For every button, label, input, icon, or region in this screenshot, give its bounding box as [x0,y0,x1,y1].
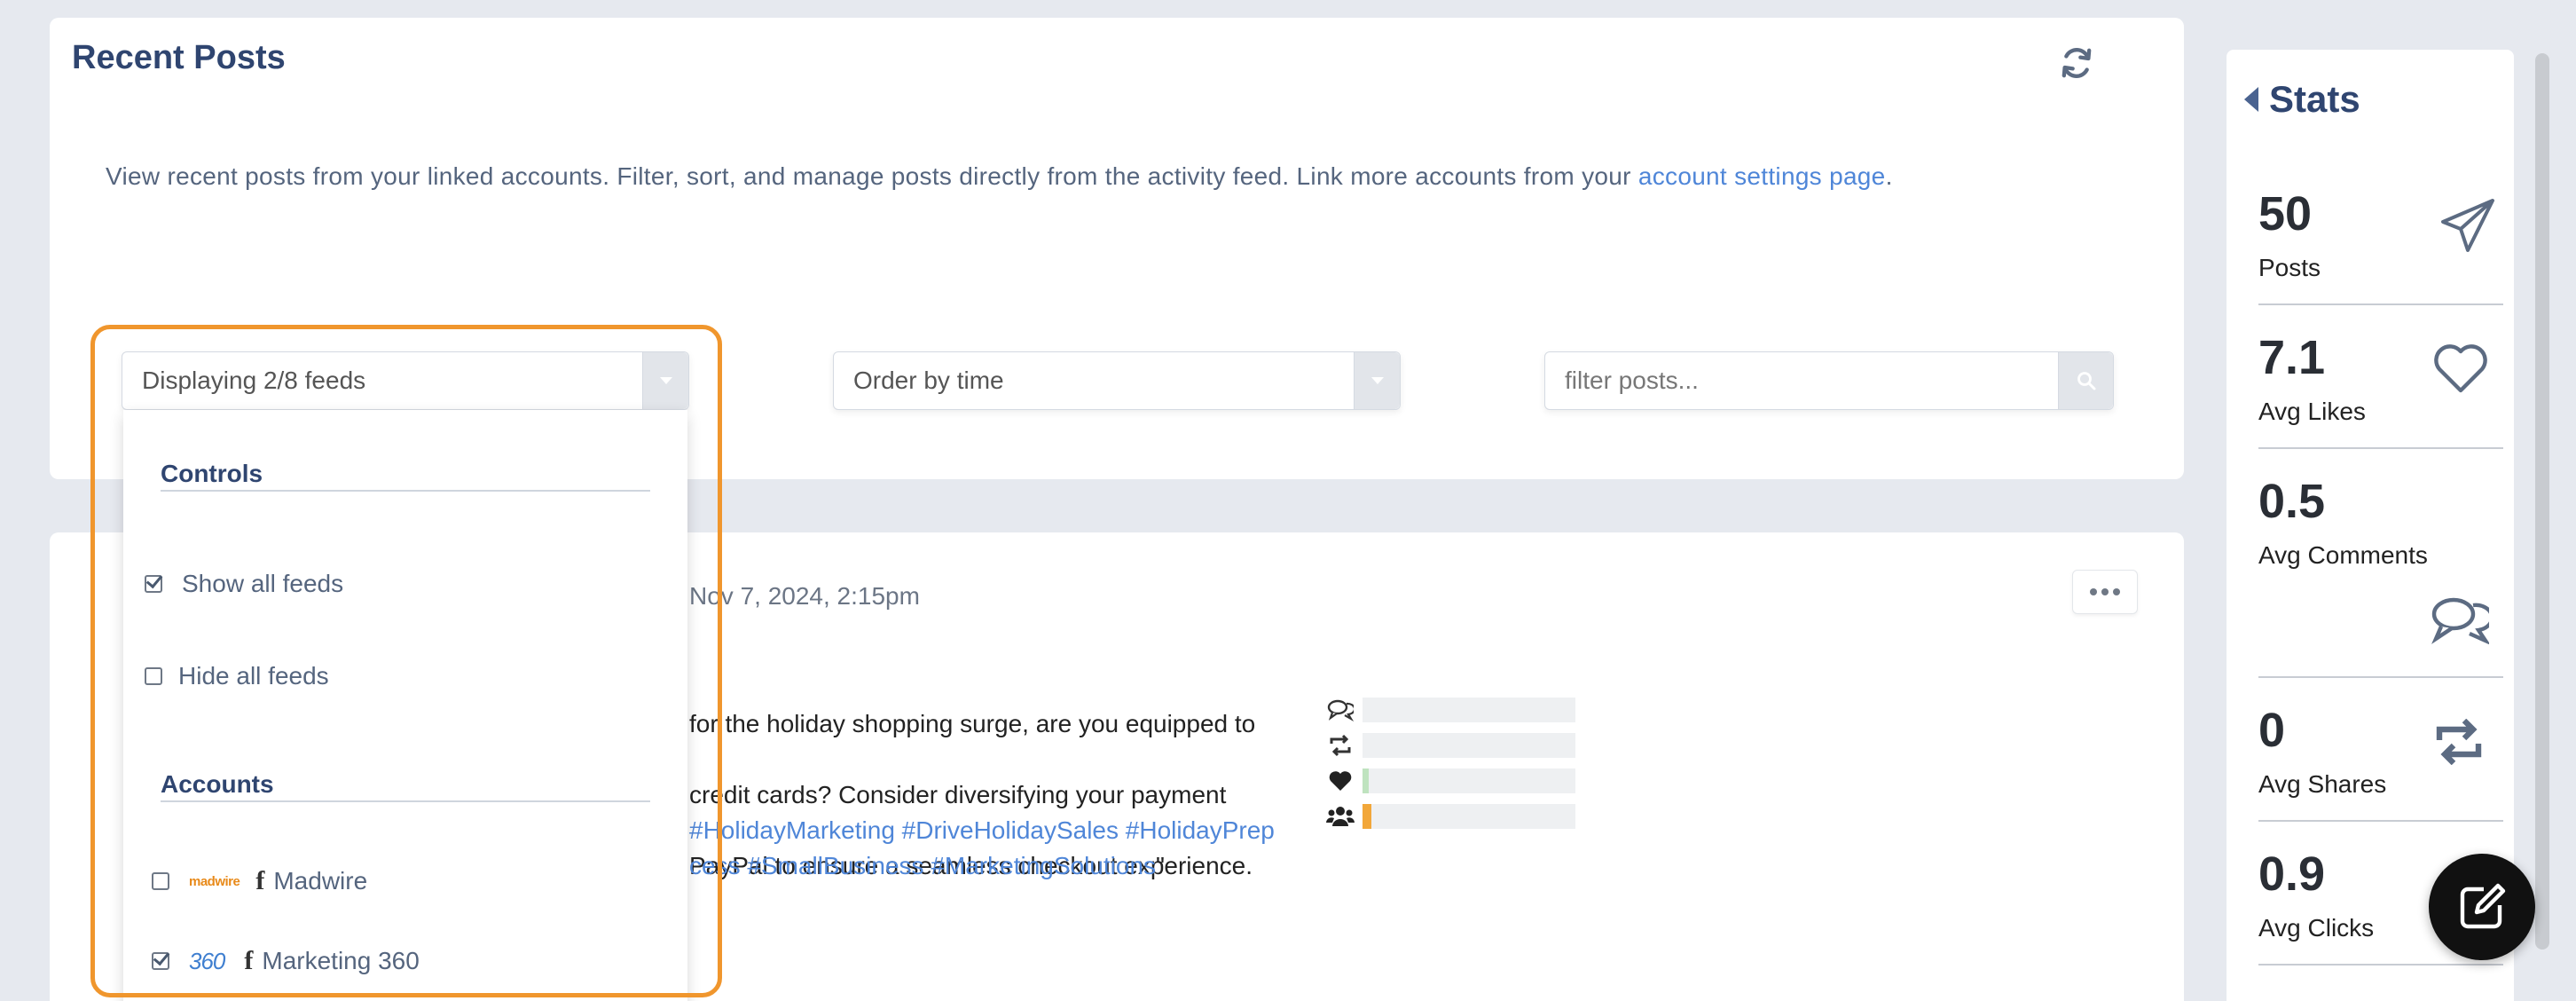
checkbox-checked-icon[interactable] [152,952,169,970]
order-select[interactable]: Order by time [833,351,1401,410]
order-select-value: Order by time [853,367,1004,394]
retweet-icon [1330,734,1351,757]
marketing-360-logo: 360 [189,947,225,974]
facebook-icon: f [255,866,265,895]
paper-plane-icon [2441,199,2494,252]
page-description: View recent posts from your linked accou… [106,158,2075,195]
refresh-icon [2062,48,2092,78]
metric-comments [1325,698,1575,722]
hashtags-line[interactable]: #HolidayMarketing #DriveHolidaySales #Ho… [689,813,1310,848]
divider [161,490,650,492]
post-date: Nov 7, 2024, 2:15pm [689,582,920,610]
caret-left-icon [2244,87,2258,112]
stat-value: 50 [2258,187,2313,240]
hashtags-line[interactable]: cess #SmallBusiness #MarketingSolutions [689,852,1156,879]
refresh-button[interactable] [2054,41,2099,85]
search-icon [2077,372,2095,390]
stat-label: Avg Comments [2258,541,2428,569]
filter-posts-box [1544,351,2114,410]
hide-all-feeds-label: Hide all feeds [178,662,329,690]
metric-likes [1325,768,1575,793]
metric-fill [1363,768,1370,793]
order-select-toggle[interactable] [1354,352,1400,409]
stat-label: Avg Clicks [2258,914,2375,942]
chevron-down-icon [659,377,672,384]
account-name: Marketing 360 [262,947,420,974]
controls-heading: Controls [161,460,263,487]
feed-dropdown-menu: Controls Show all feeds Hide all feeds A… [123,410,687,1001]
account-settings-link[interactable]: account settings page [1638,162,1886,190]
filter-posts-input[interactable] [1545,352,2058,409]
more-dots-icon [2090,588,2097,595]
divider [2258,447,2503,449]
page-title: Recent Posts [72,39,286,76]
metric-bar [1363,733,1575,758]
hide-all-feeds-option[interactable]: Hide all feeds [145,662,329,690]
show-all-feeds-option[interactable]: Show all feeds [145,570,343,598]
divider [2258,964,2503,966]
stat-value: 0 [2258,704,2286,757]
madwire-logo: madwire [189,873,240,889]
heart-outline-icon [2434,344,2487,393]
metric-fill [1363,804,1371,829]
heart-icon [1329,771,1352,791]
metric-bar [1363,698,1575,722]
description-end: . [1885,162,1893,190]
metric-bar [1363,768,1575,793]
divider [161,800,650,802]
divider [2258,820,2503,822]
stat-value: 7.1 [2258,331,2326,384]
stat-label: Avg Shares [2258,770,2387,798]
divider [2258,676,2503,678]
stats-toggle[interactable]: Stats [2244,78,2360,121]
metric-retweets [1325,733,1575,758]
post-text-line: credit cards? Consider diversifying your… [689,781,1227,808]
metric-reach [1325,804,1575,829]
feed-select-toggle[interactable] [642,352,688,409]
retweet-icon [2436,719,2482,765]
account-name: Madwire [273,867,368,895]
compose-post-button[interactable] [2429,854,2535,960]
description-text: View recent posts from your linked accou… [106,162,1638,190]
feed-select-value: Displaying 2/8 feeds [142,367,366,394]
users-icon [1326,807,1355,826]
stats-scrollbar[interactable] [2535,53,2549,950]
feed-select[interactable]: Displaying 2/8 feeds [122,351,689,410]
post-text-line: for the holiday shopping surge, are you … [689,710,1256,737]
post-menu-button[interactable] [2072,570,2138,614]
metric-bar [1363,804,1575,829]
quote-mark: " [1156,852,1165,879]
chevron-down-icon [1370,377,1384,384]
checkbox-checked-icon[interactable] [145,575,162,593]
facebook-icon: f [244,946,254,975]
account-option-madwire[interactable]: madwire f Madwire [152,866,367,896]
stat-value: 0.9 [2258,847,2326,901]
checkbox-icon[interactable] [145,667,162,685]
edit-icon [2460,883,2506,929]
search-button[interactable] [2058,352,2113,409]
post-hashtags: #HolidayMarketing #DriveHolidaySales #Ho… [689,813,1310,884]
stats-title: Stats [2269,78,2360,120]
stat-label: Posts [2258,254,2321,281]
comments-outline-icon [2431,597,2489,644]
comments-icon [1327,699,1354,721]
divider [2258,303,2503,305]
accounts-heading: Accounts [161,770,274,798]
stat-label: Avg Likes [2258,398,2366,425]
stat-value: 0.5 [2258,475,2326,528]
checkbox-icon[interactable] [152,872,169,890]
show-all-feeds-label: Show all feeds [182,570,344,597]
account-option-marketing-360[interactable]: 360 f Marketing 360 [152,946,420,976]
